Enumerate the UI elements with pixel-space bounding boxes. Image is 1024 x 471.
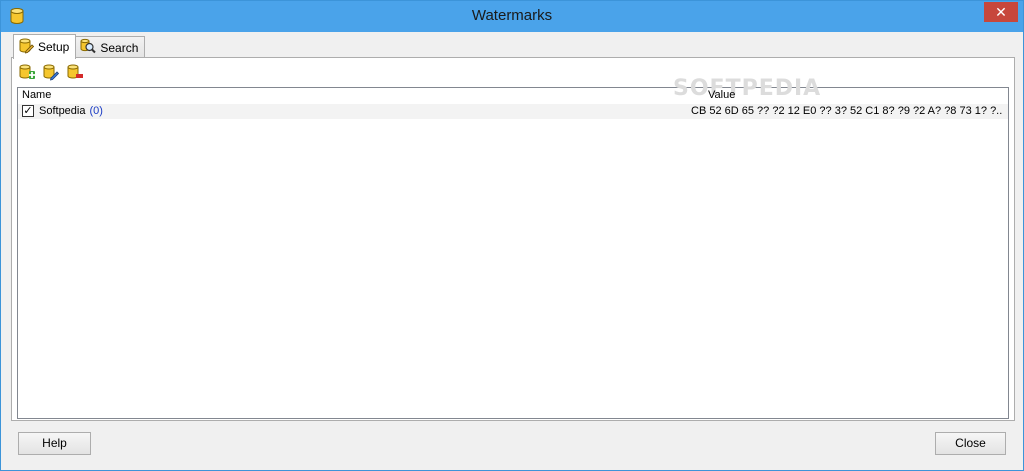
help-button[interactable]: Help: [18, 432, 91, 455]
row-value: CB 52 6D 65 ?? ?2 12 E0 ?? 3? 52 C1 8? ?…: [691, 105, 1003, 117]
tab-search[interactable]: Search: [75, 36, 146, 58]
window-close-button[interactable]: ✕: [984, 2, 1018, 22]
list-item[interactable]: ✓ Softpedia (0) CB 52 6D 65 ?? ?2 12 E0 ?…: [18, 104, 1008, 119]
column-value-header[interactable]: Value: [708, 89, 735, 101]
delete-watermark-button[interactable]: [66, 64, 84, 82]
row-checkbox[interactable]: ✓: [22, 105, 34, 117]
toolbar: [18, 64, 84, 82]
delete-watermark-icon: [66, 63, 84, 84]
setup-panel: SOFTPEDIA Name Value ✓ Softpedia (0) CB 5…: [11, 57, 1015, 421]
watermark-list[interactable]: SOFTPEDIA Name Value ✓ Softpedia (0) CB 5…: [17, 76, 1009, 419]
add-watermark-icon: [18, 63, 36, 84]
title-bar[interactable]: Watermarks ✕: [1, 1, 1023, 32]
column-name-header[interactable]: Name: [22, 89, 51, 101]
edit-watermark-button[interactable]: [42, 64, 60, 82]
row-count: (0): [89, 105, 103, 117]
tab-setup-label: Setup: [38, 40, 70, 54]
list-header: Name Value: [18, 88, 1008, 103]
search-icon: [80, 38, 97, 57]
edit-watermark-icon: [42, 63, 60, 84]
watermarks-window: Watermarks ✕ Setup Search SOFTPEDIA Name…: [0, 0, 1024, 471]
add-watermark-button[interactable]: [18, 64, 36, 82]
tab-strip: Setup Search: [13, 34, 146, 59]
dialog-client-area: Setup Search SOFTPEDIA Name Value ✓ Soft…: [8, 32, 1016, 464]
row-name: Softpedia (0): [39, 105, 103, 117]
database-edit-icon: [18, 38, 35, 57]
window-title: Watermarks: [471, 7, 553, 24]
tab-setup[interactable]: Setup: [13, 34, 77, 59]
tab-search-label: Search: [100, 40, 139, 55]
close-button[interactable]: Close: [935, 432, 1006, 455]
row-name-text: Softpedia: [39, 105, 86, 117]
